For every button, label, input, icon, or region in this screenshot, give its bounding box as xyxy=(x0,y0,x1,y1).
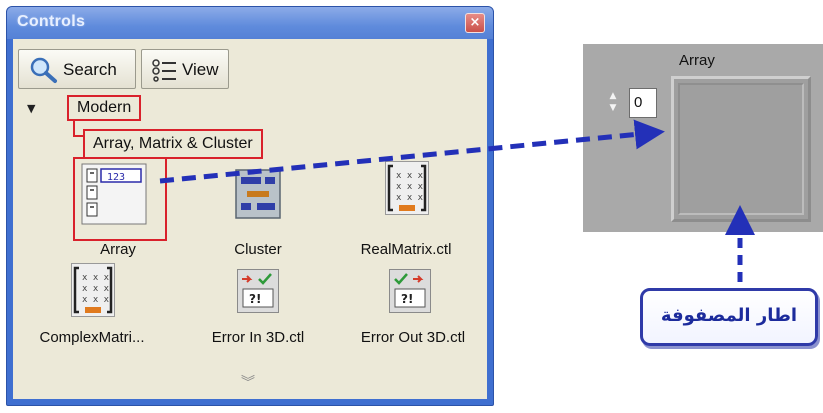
arrow-palette-to-array xyxy=(159,119,665,184)
annotation-arrows xyxy=(159,119,755,282)
